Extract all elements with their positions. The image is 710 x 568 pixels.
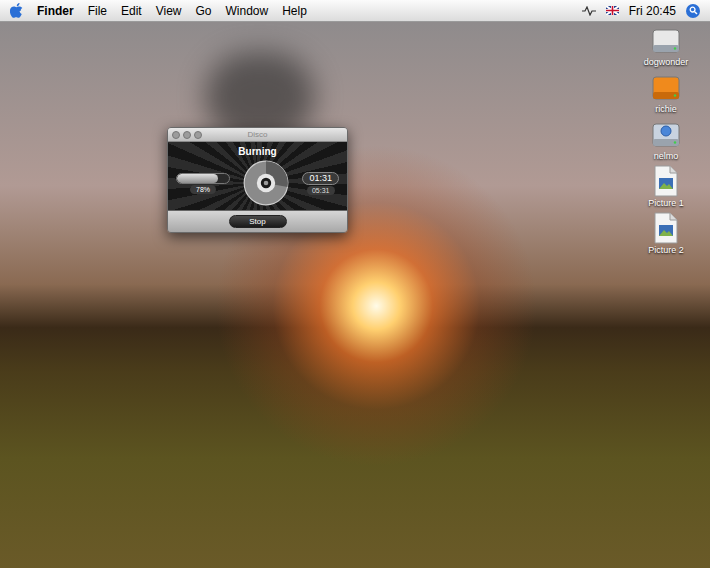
disk-drive-icon[interactable] — [650, 26, 682, 56]
progress-bar — [176, 173, 230, 184]
activity-icon[interactable] — [582, 6, 596, 16]
disc-progress-icon — [243, 160, 289, 206]
external-drive-icon[interactable] — [650, 73, 682, 103]
desktop-icon[interactable]: Picture 1 — [634, 165, 698, 211]
desktop-icons: dogwonder richie nelmo Picture 1 Picture 2 — [634, 24, 698, 258]
menu-item[interactable]: Go — [196, 2, 212, 20]
desktop-icon-label: Picture 2 — [648, 244, 684, 256]
progress-fill — [177, 174, 218, 183]
menu-item[interactable]: Edit — [121, 2, 142, 20]
title-bar[interactable]: Disco — [168, 128, 347, 142]
status-label: Burning — [238, 145, 276, 158]
apple-icon[interactable] — [10, 3, 23, 18]
menu-item[interactable]: File — [88, 2, 107, 20]
menu-item[interactable]: Window — [226, 2, 269, 20]
desktop-icon[interactable]: richie — [634, 71, 698, 117]
desktop-icon[interactable]: dogwonder — [634, 24, 698, 70]
zoom-button[interactable] — [194, 131, 202, 139]
screen: Finder File Edit View Go Window Help Fri 20:45 d… — [0, 0, 710, 568]
picture-file-icon[interactable] — [652, 212, 680, 244]
picture-file-icon[interactable] — [652, 165, 680, 197]
uk-flag-icon[interactable] — [606, 6, 619, 15]
minimize-button[interactable] — [183, 131, 191, 139]
menu-app-name[interactable]: Finder — [37, 2, 74, 20]
menu-item[interactable]: View — [156, 2, 182, 20]
menu-clock[interactable]: Fri 20:45 — [629, 2, 676, 20]
button-bar: Stop — [168, 210, 347, 232]
burn-panel: Burning 78% 01:3105:31 — [168, 142, 347, 210]
desktop-icon-label: Picture 1 — [648, 197, 684, 209]
desktop-icon-label: nelmo — [654, 150, 679, 162]
menu-bar: Finder File Edit View Go Window Help Fri 20:45 — [0, 0, 710, 22]
stop-button[interactable]: Stop — [229, 215, 287, 228]
desktop-icon[interactable]: Picture 2 — [634, 212, 698, 258]
desktop-icon-label: dogwonder — [644, 56, 689, 68]
disco-window[interactable]: Disco Burning 78% 01:3105:31 Stop — [167, 127, 348, 233]
desktop-icon[interactable]: nelmo — [634, 118, 698, 164]
menu-item[interactable]: Help — [282, 2, 307, 20]
spotlight-icon[interactable] — [686, 4, 700, 18]
elapsed-time: 01:31 — [302, 172, 339, 185]
desktop-icon-label: richie — [655, 103, 677, 115]
desktop: dogwonder richie nelmo Picture 1 Picture 2 Di… — [0, 22, 710, 568]
progress-reading: 78% — [190, 185, 216, 194]
window-title: Disco — [247, 130, 267, 140]
close-button[interactable] — [172, 131, 180, 139]
network-drive-icon[interactable] — [650, 120, 682, 150]
total-time: 05:31 — [307, 186, 335, 195]
